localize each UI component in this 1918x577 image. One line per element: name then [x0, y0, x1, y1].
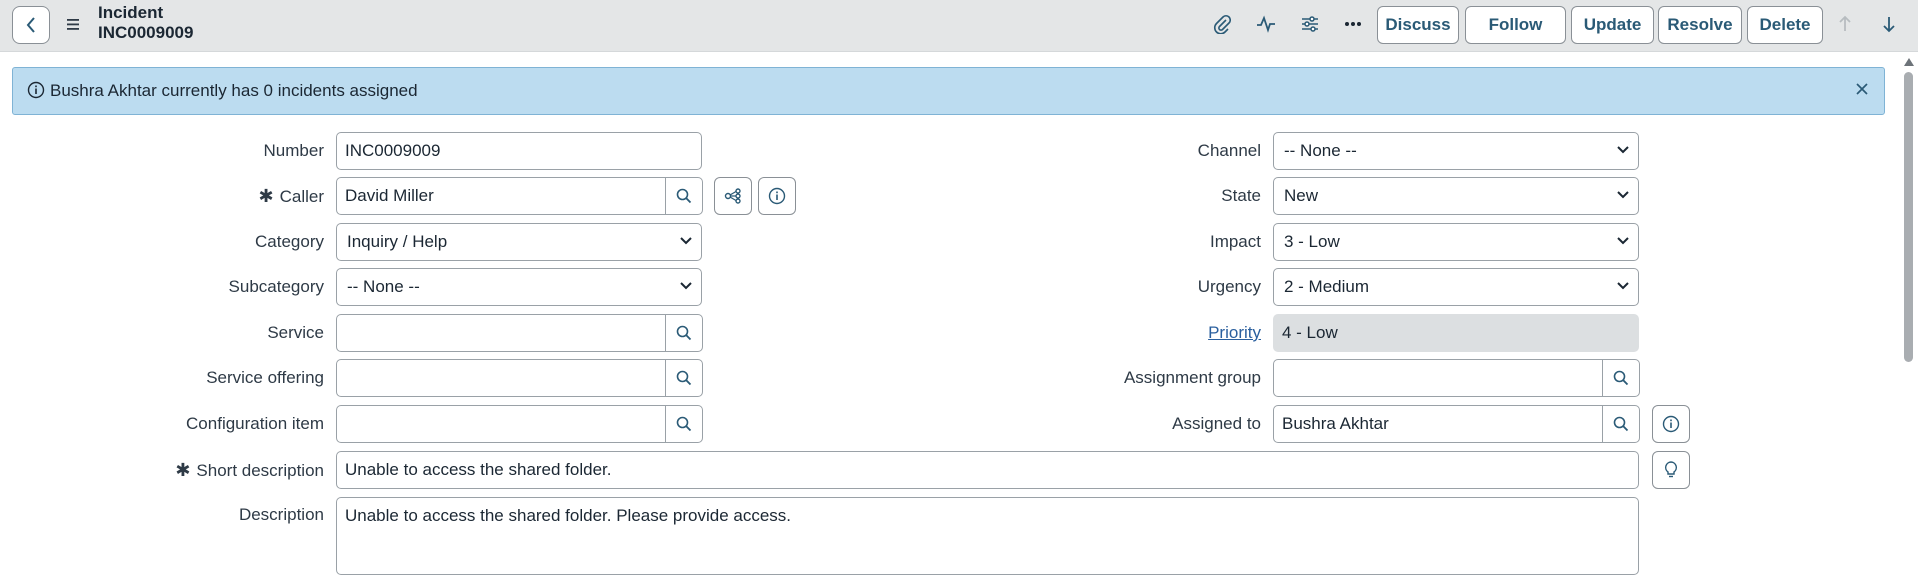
lightbulb-icon: [1664, 461, 1678, 478]
priority-field: 4 - Low: [1273, 314, 1639, 352]
form-header: Incident INC0009009 Discuss Follow Updat…: [0, 0, 1918, 52]
service-offering-lookup-button[interactable]: [665, 359, 703, 397]
service-label: Service: [267, 323, 324, 342]
state-value: New: [1284, 186, 1319, 205]
chevron-down-icon: [680, 237, 692, 245]
configuration-item-label: Configuration item: [186, 414, 324, 433]
service-offering-label: Service offering: [206, 368, 324, 387]
record-number-title: INC0009009: [98, 23, 194, 42]
arrow-up-icon: [1839, 15, 1851, 31]
assigned-to-info-button[interactable]: [1652, 405, 1690, 443]
urgency-label: Urgency: [1197, 277, 1261, 296]
configuration-item-field[interactable]: [336, 405, 666, 443]
priority-link[interactable]: Priority: [1208, 323, 1261, 343]
discuss-button[interactable]: Discuss: [1377, 6, 1459, 44]
follow-button[interactable]: Follow: [1465, 6, 1566, 44]
short-description-field[interactable]: Unable to access the shared folder.: [336, 451, 1639, 489]
next-record-button[interactable]: [1877, 12, 1901, 36]
assignment-group-field[interactable]: [1273, 359, 1603, 397]
settings-sliders-icon: [1302, 16, 1318, 32]
paperclip-icon: [1214, 14, 1231, 34]
assigned-to-field[interactable]: Bushra Akhtar: [1273, 405, 1603, 443]
back-button[interactable]: [12, 6, 50, 44]
update-button[interactable]: Update: [1571, 6, 1654, 44]
caller-lookup-button[interactable]: [665, 177, 703, 215]
info-banner: Bushra Akhtar currently has 0 incidents …: [12, 67, 1885, 115]
subcategory-value: -- None --: [347, 277, 420, 296]
channel-value: -- None --: [1284, 141, 1357, 160]
chevron-down-icon: [1617, 191, 1629, 199]
category-label: Category: [255, 232, 324, 251]
personalize-button[interactable]: [1298, 12, 1322, 36]
urgency-select[interactable]: 2 - Medium: [1273, 268, 1639, 306]
more-options-button[interactable]: [1341, 12, 1365, 36]
subcategory-select[interactable]: -- None --: [336, 268, 702, 306]
service-lookup-button[interactable]: [665, 314, 703, 352]
required-icon: ✱: [258, 186, 274, 206]
channel-label: Channel: [1197, 141, 1261, 160]
back-icon: [26, 17, 35, 33]
state-label: State: [1221, 186, 1261, 205]
impact-label: Impact: [1209, 232, 1261, 251]
menu-icon[interactable]: [66, 15, 82, 33]
assignment-group-label: Assignment group: [1123, 368, 1261, 387]
scrollbar-thumb[interactable]: [1904, 72, 1913, 362]
service-offering-field[interactable]: [336, 359, 666, 397]
hierarchy-icon: [724, 188, 741, 204]
chevron-down-icon: [1617, 237, 1629, 245]
urgency-value: 2 - Medium: [1284, 277, 1370, 296]
caller-info-button[interactable]: [758, 177, 796, 215]
resolve-button[interactable]: Resolve: [1658, 6, 1742, 44]
channel-select[interactable]: -- None --: [1273, 132, 1639, 170]
arrow-down-icon: [1883, 17, 1895, 33]
description-textarea[interactable]: Unable to access the shared folder. Plea…: [336, 497, 1639, 575]
subcategory-label: Subcategory: [228, 277, 324, 296]
impact-value: 3 - Low: [1284, 232, 1340, 251]
short-description-label: ✱ Short description: [175, 460, 324, 481]
search-icon: [1613, 370, 1629, 386]
info-icon: [768, 187, 786, 205]
search-icon: [676, 370, 692, 386]
state-select[interactable]: New: [1273, 177, 1639, 215]
search-icon: [676, 325, 692, 341]
attachment-button[interactable]: [1210, 12, 1234, 36]
scroll-up-arrow-icon[interactable]: [1904, 58, 1914, 66]
search-icon: [676, 416, 692, 432]
chevron-down-icon: [1617, 282, 1629, 290]
activity-icon: [1257, 15, 1275, 33]
more-icon: [1345, 22, 1361, 26]
info-icon: [1662, 415, 1680, 433]
caller-hierarchy-button[interactable]: [714, 177, 752, 215]
search-icon: [676, 188, 692, 204]
close-icon[interactable]: [1854, 81, 1870, 97]
chevron-down-icon: [680, 282, 692, 290]
number-label: Number: [263, 141, 324, 160]
chevron-down-icon: [1617, 146, 1629, 154]
number-field[interactable]: INC0009009: [336, 132, 702, 170]
caller-label: ✱ Caller: [259, 186, 325, 207]
delete-button[interactable]: Delete: [1747, 6, 1823, 44]
required-icon: ✱: [175, 460, 191, 480]
record-type-title: Incident: [98, 3, 164, 22]
assigned-to-lookup-button[interactable]: [1602, 405, 1640, 443]
description-label: Description: [238, 505, 324, 524]
info-icon: [27, 81, 45, 99]
service-field[interactable]: [336, 314, 666, 352]
impact-select[interactable]: 3 - Low: [1273, 223, 1639, 261]
assigned-to-label: Assigned to: [1172, 414, 1261, 433]
category-select[interactable]: Inquiry / Help: [336, 223, 702, 261]
banner-message: Bushra Akhtar currently has 0 incidents …: [50, 81, 418, 100]
configuration-item-lookup-button[interactable]: [665, 405, 703, 443]
activity-button[interactable]: [1254, 12, 1278, 36]
caller-label-text: Caller: [279, 187, 324, 206]
short-description-label-text: Short description: [196, 461, 324, 480]
previous-record-button[interactable]: [1833, 12, 1857, 36]
category-value: Inquiry / Help: [347, 232, 448, 251]
caller-field[interactable]: David Miller: [336, 177, 666, 215]
assignment-group-lookup-button[interactable]: [1602, 359, 1640, 397]
suggestion-button[interactable]: [1652, 451, 1690, 489]
search-icon: [1613, 416, 1629, 432]
